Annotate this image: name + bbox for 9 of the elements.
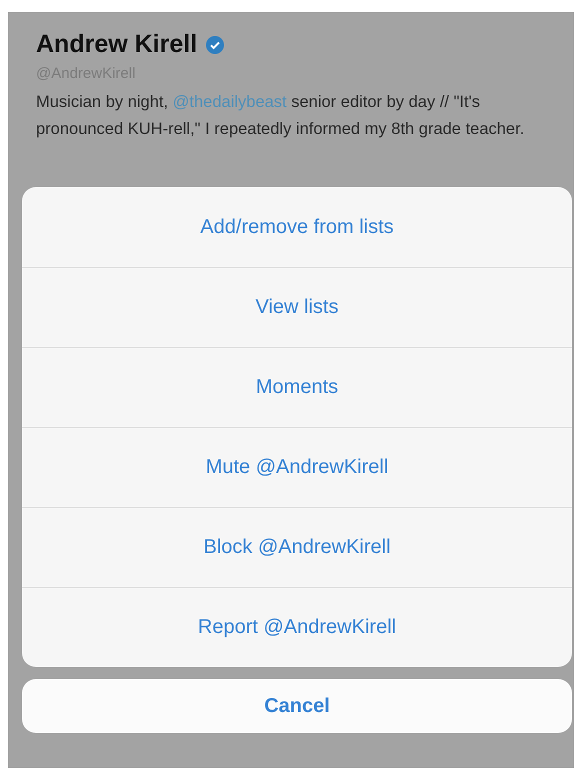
action-sheet-option[interactable]: View lists xyxy=(22,267,572,347)
cancel-button[interactable]: Cancel xyxy=(22,679,572,733)
action-sheet-option[interactable]: Report @AndrewKirell xyxy=(22,587,572,667)
action-sheet-option[interactable]: Mute @AndrewKirell xyxy=(22,427,572,507)
profile-bio: Musician by night, @thedailybeast senior editor by day // "It's pronounced KUH-rell," I repeatedly informed my 8th grade teacher. xyxy=(36,92,526,140)
action-sheet-option[interactable]: Block @AndrewKirell xyxy=(22,507,572,587)
action-sheet-option[interactable]: Add/remove from lists xyxy=(22,187,572,267)
action-sheet-option[interactable]: Moments xyxy=(22,347,572,427)
profile-name: Andrew Kirell xyxy=(36,30,198,59)
